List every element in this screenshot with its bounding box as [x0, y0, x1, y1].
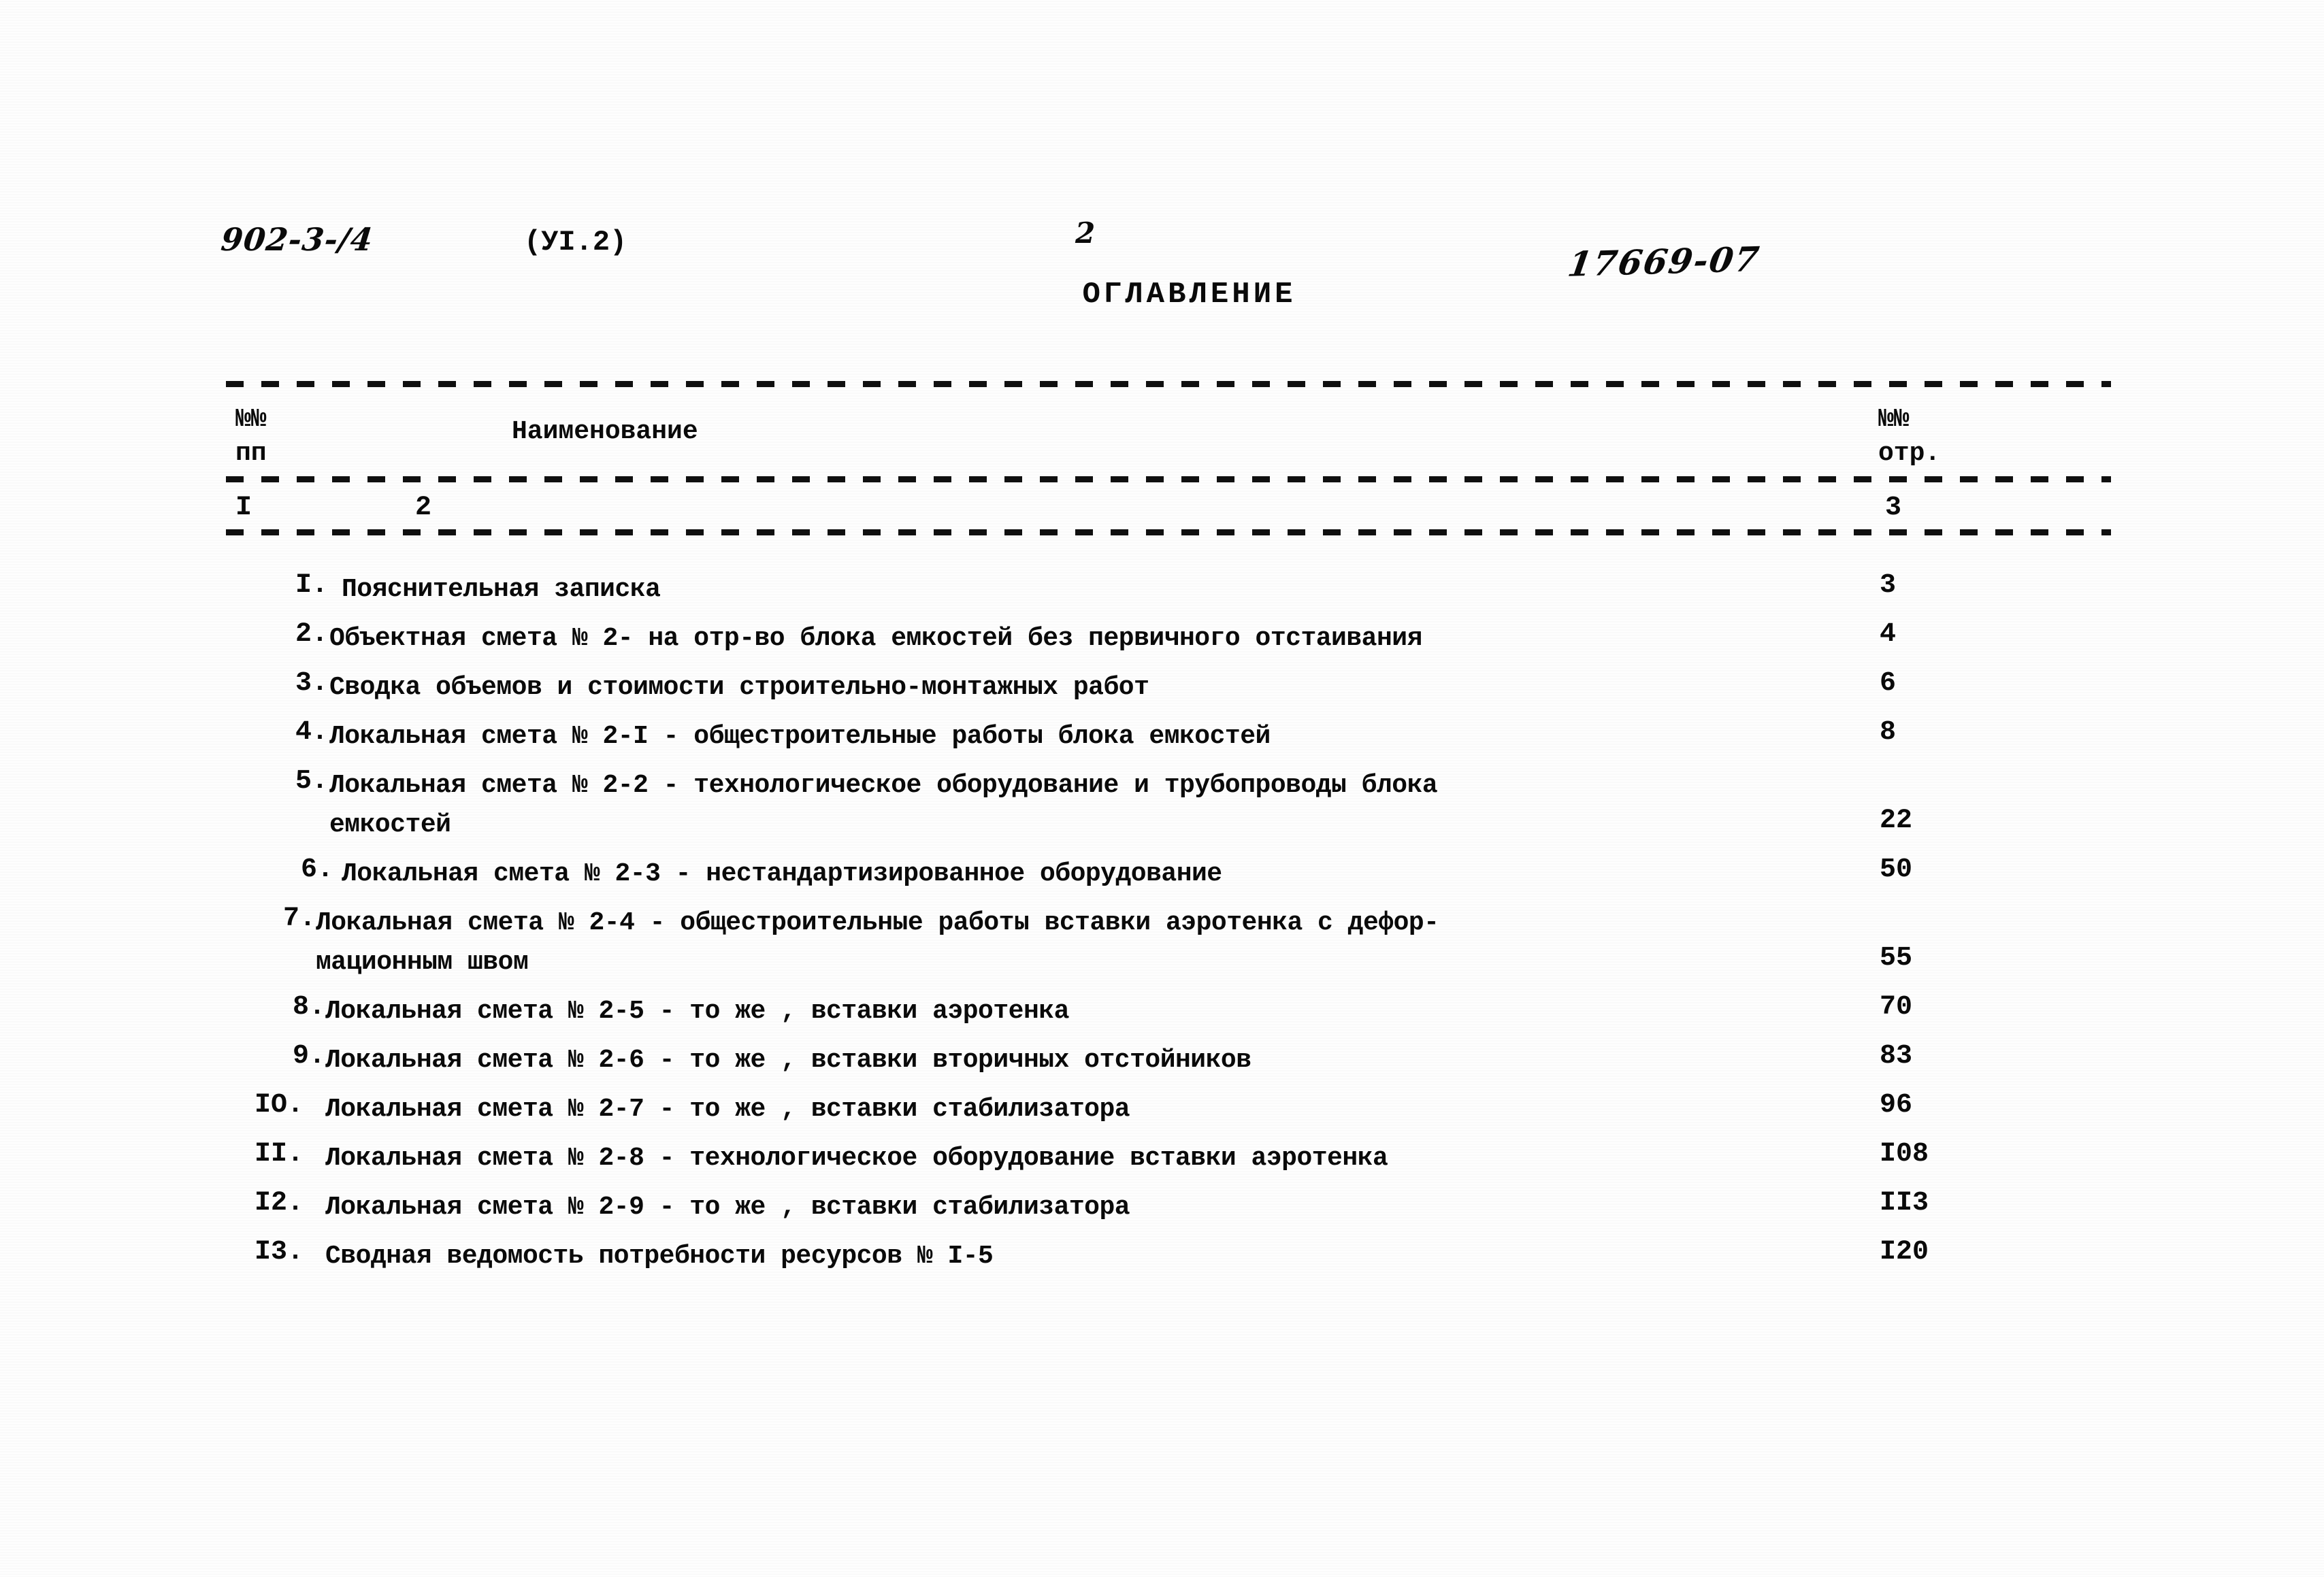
column-number-3: 3 [1885, 493, 1902, 523]
row-number: 5. [295, 766, 328, 797]
row-title: Локальная смета № 2-9 - то же , вставки … [325, 1193, 1130, 1222]
row-title: Сводка объемов и стоимости строительно-м… [329, 673, 1149, 702]
row-number: IO. [254, 1090, 304, 1120]
column-number-1: I [235, 493, 252, 523]
row-page-number: I08 [1880, 1139, 1929, 1169]
row-page-number: 22 [1880, 806, 1913, 836]
page-title: ОГЛАВЛЕНИЕ [1082, 278, 1296, 312]
column-header-pages-line2: отр. [1878, 439, 1941, 468]
row-page-number: 3 [1880, 570, 1897, 601]
row-page-number: 55 [1880, 943, 1913, 974]
row-title: Локальная смета № 2-8 - технологическое … [325, 1144, 1388, 1173]
row-number: 2. [295, 619, 328, 650]
table-row[interactable]: I. Пояснительная записка 3 [226, 570, 2125, 619]
table-row[interactable]: IO. Локальная смета № 2-7 - то же , встав… [226, 1090, 2125, 1139]
row-title: Пояснительная записка [342, 575, 661, 604]
document-page: 902-3-/4 (УI.2) 2 17669-07 ОГЛАВЛЕНИЕ №№… [0, 0, 2324, 1577]
row-page-number: 50 [1880, 854, 1913, 885]
row-number: 6. [300, 854, 333, 885]
row-title: Локальная смета № 2-4 - общестроительные… [316, 908, 1439, 977]
column-header-name: Наименование [512, 417, 698, 446]
row-page-number: 83 [1880, 1041, 1913, 1072]
column-header-number: №№ пп [235, 403, 267, 471]
table-row[interactable]: I3. Сводная ведомость потребности ресурсо… [226, 1237, 2125, 1286]
row-page-number: 96 [1880, 1090, 1913, 1120]
column-number-2: 2 [415, 493, 432, 523]
table-row[interactable]: 3. Сводка объемов и стоимости строительно… [226, 668, 2125, 717]
row-title: Локальная смета № 2-I - общестроительные… [329, 722, 1271, 751]
column-header-pages-line1: №№ [1878, 405, 1910, 434]
row-number: 4. [295, 717, 328, 748]
row-page-number: 8 [1880, 717, 1897, 748]
row-number: 9. [292, 1041, 325, 1072]
row-number: I2. [254, 1188, 304, 1218]
table-row[interactable]: 6. Локальная смета № 2-3 - нестандартизир… [226, 854, 2125, 903]
table-row[interactable]: 2. Объектная смета № 2- на отр-во блока е… [226, 619, 2125, 668]
row-title: Локальная смета № 2-2 - технологическое … [329, 771, 1438, 840]
table-row[interactable]: II. Локальная смета № 2-8 - технологическ… [226, 1139, 2125, 1188]
column-header-number-line1: №№ [235, 405, 267, 434]
row-title: Локальная смета № 2-7 - то же , вставки … [325, 1095, 1130, 1124]
row-title: Объектная смета № 2- на отр-во блока емк… [329, 624, 1422, 653]
row-title: Локальная смета № 2-6 - то же , вставки … [325, 1046, 1251, 1075]
table-column-numbers: I 2 3 [226, 493, 2111, 528]
table-row[interactable]: 8. Локальная смета № 2-5 - то же , вставк… [226, 992, 2125, 1041]
row-number: I. [295, 570, 328, 601]
row-number: II. [254, 1139, 304, 1169]
row-number: I3. [254, 1237, 304, 1267]
row-page-number: 4 [1880, 619, 1897, 650]
row-page-number: I20 [1880, 1237, 1929, 1267]
table-row[interactable]: 9. Локальная смета № 2-6 - то же , вставк… [226, 1041, 2125, 1090]
column-header-number-line2: пп [235, 439, 267, 468]
row-page-number: II3 [1880, 1188, 1929, 1218]
table-of-contents-body: I. Пояснительная записка 3 2. Объектная смет… [226, 570, 2125, 1286]
row-page-number: 6 [1880, 668, 1897, 699]
row-number: 7. [282, 903, 316, 934]
table-row[interactable]: I2. Локальная смета № 2-9 - то же , встав… [226, 1188, 2125, 1237]
table-column-headers: №№ пп Наименование №№ отр. [226, 403, 2111, 476]
column-header-pages: №№ отр. [1878, 403, 1940, 471]
row-title: Локальная смета № 2-3 - нестандартизиров… [342, 859, 1222, 889]
volume-label: (УI.2) [524, 226, 627, 259]
row-number: 3. [295, 668, 328, 699]
table-row[interactable]: 4. Локальная смета № 2-I - общестроительн… [226, 717, 2125, 766]
row-title: Локальная смета № 2-5 - то же , вставки … [325, 997, 1069, 1026]
row-page-number: 70 [1880, 992, 1913, 1023]
row-title: Сводная ведомость потребности ресурсов №… [325, 1242, 994, 1271]
table-row[interactable]: 7. Локальная смета № 2-4 - общестроительн… [226, 903, 2125, 992]
project-code-stamp: 902-3-/4 [219, 221, 375, 258]
row-number: 8. [292, 992, 325, 1023]
table-row[interactable]: 5. Локальная смета № 2-2 - технологическо… [226, 766, 2125, 854]
table-top-divider [226, 381, 2111, 387]
table-header-divider [226, 476, 2111, 482]
table-columnnumber-divider [226, 529, 2111, 535]
page-number: 2 [1075, 216, 1096, 250]
